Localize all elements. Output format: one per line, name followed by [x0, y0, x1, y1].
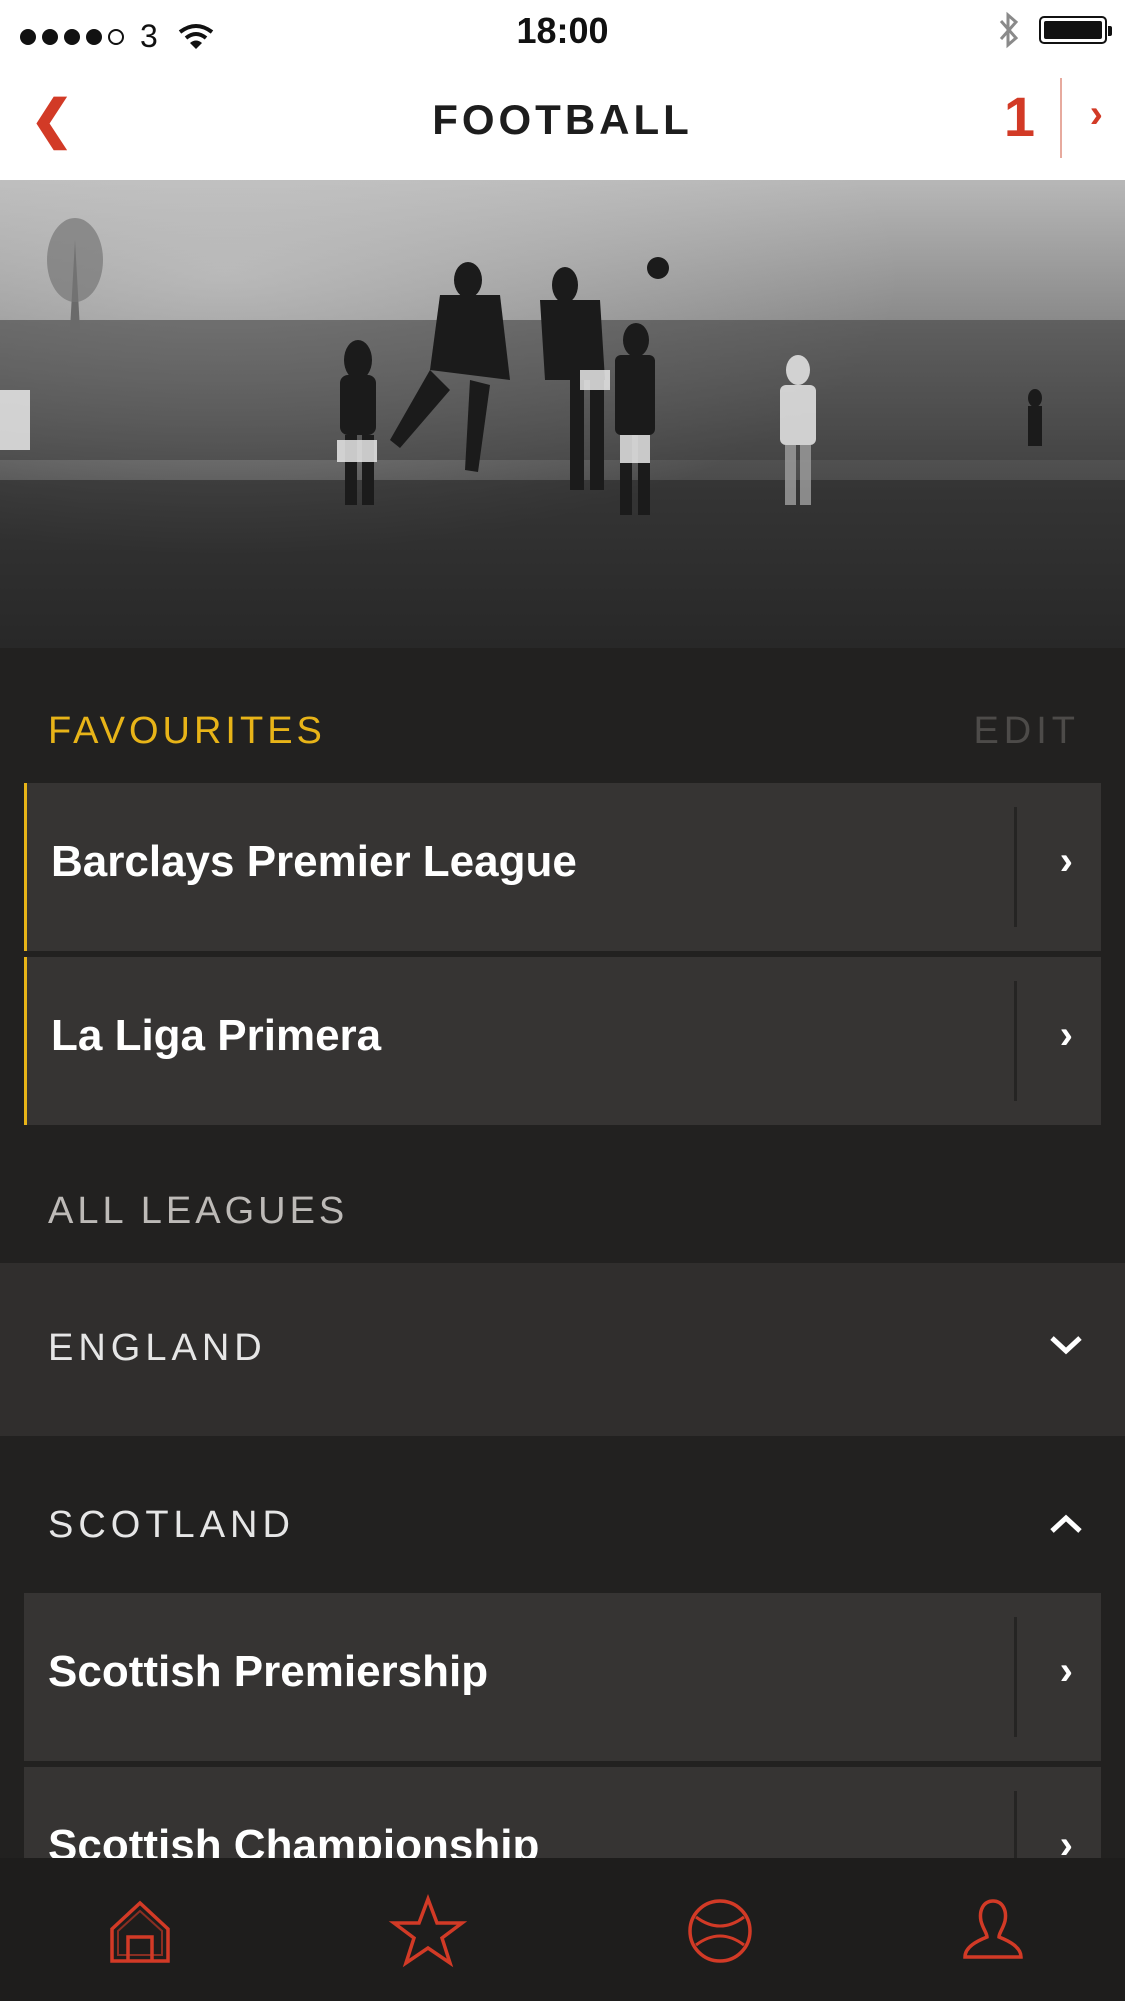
football-photo	[0, 180, 1125, 648]
tab-bar	[0, 1858, 1125, 2001]
page-title: FOOTBALL	[432, 96, 693, 143]
league-name: Scottish Premiership	[48, 1647, 489, 1696]
chevron-right-icon: ›	[1059, 839, 1073, 883]
chevron-up-icon	[1049, 1502, 1083, 1544]
row-divider	[1014, 1617, 1017, 1737]
country-row-scotland[interactable]: SCOTLAND	[0, 1436, 1125, 1593]
row-divider	[1014, 807, 1017, 927]
next-button[interactable]: ›	[1090, 92, 1103, 137]
chevron-right-icon: ›	[1089, 92, 1103, 136]
all-leagues-heading: ALL LEAGUES	[48, 1190, 349, 1232]
tab-home[interactable]	[100, 1891, 180, 1971]
country-name: ENGLAND	[48, 1327, 267, 1369]
tab-sports[interactable]	[680, 1891, 760, 1971]
country-name: SCOTLAND	[48, 1504, 295, 1546]
status-time: 18:00	[516, 10, 609, 51]
country-row-england[interactable]: ENGLAND	[0, 1263, 1125, 1436]
battery-icon	[1039, 16, 1112, 44]
status-bar: 3 18:00	[0, 0, 1125, 62]
ball-icon	[688, 1899, 752, 1963]
profile-icon	[963, 1899, 1023, 1959]
hero-image	[0, 180, 1125, 648]
nav-divider	[1060, 78, 1062, 158]
league-name: Barclays Premier League	[51, 837, 577, 886]
favourite-row-premier-league[interactable]: Barclays Premier League ›	[24, 783, 1101, 951]
star-icon	[388, 1894, 468, 1968]
favourites-heading: FAVOURITES	[48, 710, 326, 752]
league-row-scottish-premiership[interactable]: Scottish Premiership ›	[24, 1593, 1101, 1761]
nav-bar: ❮ FOOTBALL 1 ›	[0, 62, 1125, 180]
tab-favourites[interactable]	[388, 1891, 468, 1971]
tab-profile[interactable]	[953, 1891, 1033, 1971]
favourite-row-la-liga[interactable]: La Liga Primera ›	[24, 957, 1101, 1125]
item-count: 1	[1003, 85, 1035, 148]
bluetooth-icon	[999, 11, 1019, 49]
chevron-down-icon	[1049, 1323, 1083, 1365]
league-name: La Liga Primera	[51, 1011, 382, 1060]
chevron-right-icon: ›	[1059, 1649, 1073, 1693]
chevron-right-icon: ›	[1059, 1013, 1073, 1057]
home-icon	[110, 1900, 170, 1963]
edit-button[interactable]: EDIT	[973, 710, 1080, 753]
row-divider	[1014, 981, 1017, 1101]
